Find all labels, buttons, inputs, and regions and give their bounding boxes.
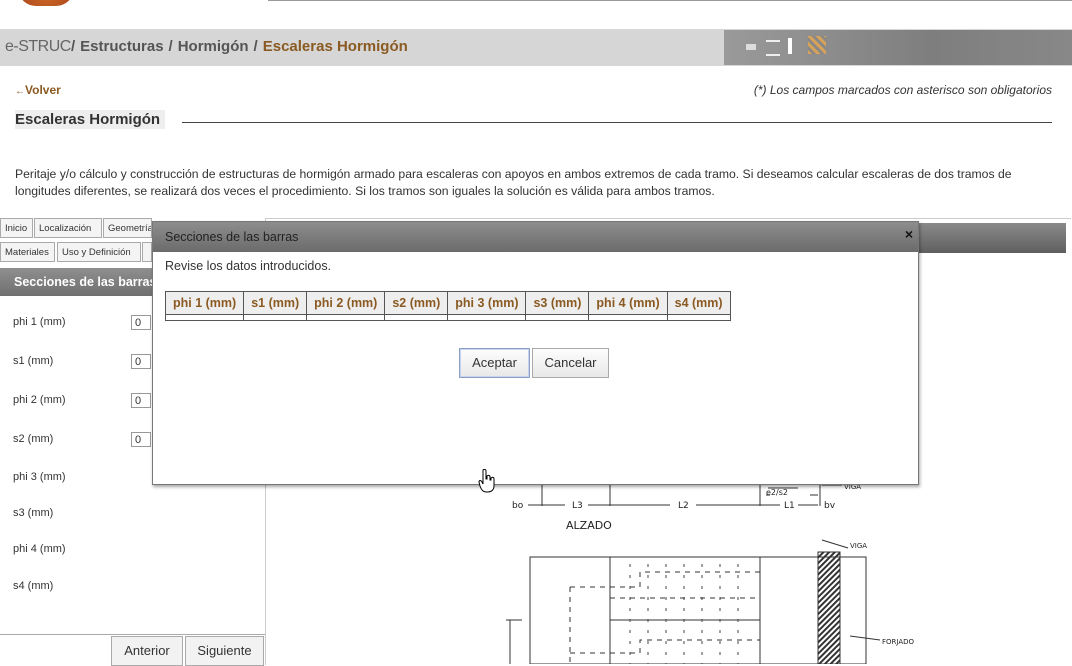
col-phi1: phi 1 (mm) bbox=[164, 291, 245, 315]
tab-inicio[interactable]: Inicio bbox=[0, 218, 33, 238]
label-l2: L2 bbox=[678, 501, 689, 511]
panel-header: Secciones de las barras bbox=[0, 268, 152, 296]
accept-button[interactable]: Aceptar bbox=[459, 348, 530, 378]
page-description: Peritaje y/o cálculo y construcción de e… bbox=[15, 167, 1012, 198]
site-logo bbox=[18, 0, 74, 6]
back-link[interactable]: ←Volver bbox=[15, 83, 61, 97]
input-s2[interactable]: 0 bbox=[131, 432, 151, 447]
dialog-title: Secciones de las barras bbox=[165, 230, 299, 244]
label-bo: bo bbox=[512, 501, 524, 511]
field-label-phi2: phi 2 (mm) bbox=[13, 394, 66, 406]
label-alzado: ALZADO bbox=[566, 519, 612, 532]
stair-drawing: bo L3 L2 L1 bv e2/s2 ALZADO VIGA VIGA FO… bbox=[506, 483, 915, 664]
label-bv: bv bbox=[824, 501, 836, 511]
field-label-phi4: phi 4 (mm) bbox=[13, 543, 66, 555]
title-divider bbox=[182, 122, 1052, 123]
required-fields-note: (*) Los campos marcados con asterisco so… bbox=[753, 83, 1052, 97]
close-icon[interactable]: × bbox=[905, 226, 913, 242]
field-label-phi1: phi 1 (mm) bbox=[13, 316, 66, 328]
col-phi2: phi 2 (mm) bbox=[306, 291, 386, 315]
brand-logo-text[interactable]: e-STRUC bbox=[5, 38, 71, 56]
sections-table: phi 1 (mm) s1 (mm) phi 2 (mm) s2 (mm) ph… bbox=[164, 291, 731, 321]
field-label-s2: s2 (mm) bbox=[13, 433, 54, 445]
page-title: Escaleras Hormigón bbox=[15, 110, 166, 129]
breadcrumb-estructuras[interactable]: Estructuras bbox=[80, 38, 163, 55]
breadcrumb: / Estructuras / Hormigón / Escaleras Hormigón bbox=[71, 38, 408, 55]
tab-geometria[interactable]: Geometría bbox=[103, 218, 152, 238]
col-phi4: phi 4 (mm) bbox=[588, 291, 668, 315]
panel-footer-divider bbox=[0, 634, 265, 635]
col-s1: s1 (mm) bbox=[243, 291, 308, 315]
breadcrumb-hormigon[interactable]: Hormigón bbox=[178, 38, 249, 55]
header-divider bbox=[268, 0, 1072, 1]
label-l3: L3 bbox=[572, 501, 583, 511]
dialog-message: Revise los datos introducidos. bbox=[165, 259, 332, 273]
label-viga: VIGA bbox=[850, 542, 867, 550]
field-label-s3: s3 (mm) bbox=[13, 507, 54, 519]
col-phi3: phi 3 (mm) bbox=[447, 291, 527, 315]
col-s4: s4 (mm) bbox=[666, 291, 731, 315]
validation-dialog: Secciones de las barras × Revise los dat… bbox=[152, 221, 919, 485]
input-phi1[interactable]: 0 bbox=[131, 315, 151, 330]
field-label-s1: s1 (mm) bbox=[13, 355, 54, 367]
tab-materiales[interactable]: Materiales bbox=[0, 242, 55, 262]
input-phi2[interactable]: 0 bbox=[131, 393, 151, 408]
breadcrumb-current: Escaleras Hormigón bbox=[262, 38, 408, 55]
input-s1[interactable]: 0 bbox=[131, 354, 151, 369]
label-e2s2: e2/s2 bbox=[766, 488, 788, 497]
table-row bbox=[164, 314, 731, 321]
hand-cursor-icon bbox=[478, 469, 495, 493]
header-banner-image bbox=[724, 30, 1072, 65]
table-header-row: phi 1 (mm) s1 (mm) phi 2 (mm) s2 (mm) ph… bbox=[164, 291, 731, 315]
col-s2: s2 (mm) bbox=[384, 291, 449, 315]
field-label-phi3: phi 3 (mm) bbox=[13, 471, 66, 483]
tab-uso-definicion[interactable]: Uso y Definición bbox=[57, 242, 141, 262]
label-forjado: FORJADO bbox=[882, 638, 915, 646]
label-l1: L1 bbox=[784, 501, 795, 511]
drawing-header-bar bbox=[916, 223, 1066, 253]
field-label-s4: s4 (mm) bbox=[13, 580, 54, 592]
next-button[interactable]: Siguiente bbox=[185, 636, 264, 666]
tab-localizacion[interactable]: Localización bbox=[34, 218, 102, 238]
tab-more[interactable] bbox=[142, 242, 152, 262]
previous-button[interactable]: Anterior bbox=[111, 636, 183, 666]
col-s3: s3 (mm) bbox=[525, 291, 590, 315]
back-arrow-icon: ← bbox=[15, 86, 25, 97]
cancel-button[interactable]: Cancelar bbox=[532, 348, 609, 378]
